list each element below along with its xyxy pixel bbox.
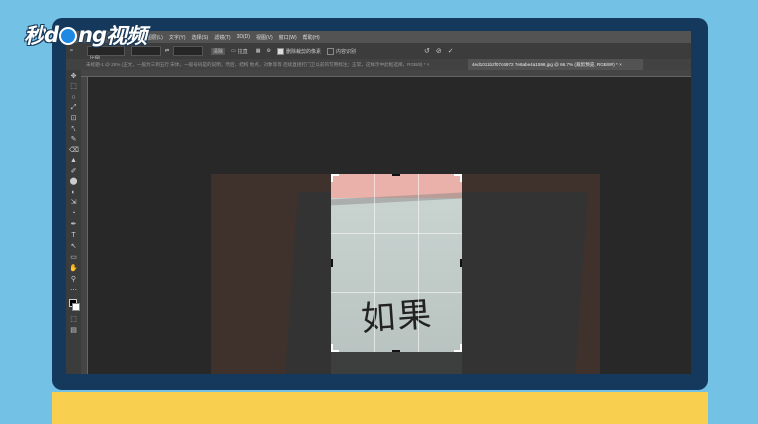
menu-layer[interactable]: 图层(L): [147, 34, 163, 41]
menu-filter[interactable]: 滤镜(T): [214, 34, 230, 41]
crop-handle[interactable]: [331, 259, 333, 267]
delete-pixels-checkbox[interactable]: [277, 47, 285, 55]
height-field[interactable]: [173, 46, 204, 56]
caption-bar: [52, 392, 708, 424]
menu-3d[interactable]: 3D(D): [237, 34, 250, 40]
crop-tool-icon-active[interactable]: ⊡: [69, 115, 78, 122]
pen-tool-icon[interactable]: ✒: [69, 221, 78, 228]
content-aware-label: 内容识别: [336, 48, 357, 55]
path-select-tool-icon[interactable]: ↖: [69, 243, 78, 250]
grid-line: [331, 292, 462, 293]
tab-untitled[interactable]: 未标题-1 @ 25% (正文，一般为三到五行 宋体，一般号码是的说明，然后，结…: [86, 59, 466, 70]
history-brush-icon[interactable]: ✐: [69, 168, 78, 175]
crop-handle[interactable]: [460, 259, 462, 267]
document-tabs: 未标题-1 @ 25% (正文，一般为三到五行 宋体，一般号码是的说明，然后，结…: [66, 59, 691, 70]
healing-tool-icon[interactable]: ✎: [69, 136, 78, 143]
vertical-ruler: [81, 77, 88, 374]
crop-tool-icon[interactable]: ⌗: [70, 48, 73, 54]
move-tool-icon[interactable]: ✥: [69, 73, 78, 80]
clear-button[interactable]: 清除: [211, 47, 226, 55]
straighten-label: 拉直: [237, 48, 248, 55]
type-tool-icon[interactable]: T: [69, 232, 78, 239]
shape-tool-icon[interactable]: ▭: [69, 254, 78, 261]
crop-handle[interactable]: [460, 344, 462, 352]
logo-circle-icon: [59, 27, 78, 45]
dodge-tool-icon[interactable]: ◔: [69, 210, 78, 217]
blur-tool-icon[interactable]: ⇲: [69, 199, 78, 206]
zoom-tool-icon[interactable]: ⚲: [69, 276, 78, 283]
crop-handle[interactable]: [392, 350, 400, 352]
screen-mode-icon[interactable]: ▤: [69, 327, 78, 334]
background-color-swatch[interactable]: [72, 303, 80, 311]
menu-select[interactable]: 选择(S): [192, 34, 209, 41]
grid-line: [374, 174, 375, 352]
grid-line: [331, 233, 462, 234]
menu-view[interactable]: 视图(V): [256, 34, 273, 41]
crop-handle[interactable]: [392, 174, 400, 176]
delete-pixels-label: 删除裁剪的像素: [286, 48, 322, 55]
marquee-tool-icon[interactable]: ⬚: [69, 83, 78, 90]
stamp-tool-icon[interactable]: ▲: [69, 157, 78, 164]
brush-tool-icon[interactable]: ⌫: [69, 147, 79, 154]
commit-icon[interactable]: ✓: [448, 47, 454, 55]
tab-active-image[interactable]: 4ed1011b2f07c6972 7e8abe4a1596.jpg @ 66.…: [468, 59, 643, 70]
handwriting-text: 如果: [359, 294, 435, 340]
crop-handle[interactable]: [331, 174, 333, 182]
reset-icon[interactable]: ↺: [424, 47, 430, 55]
eraser-tool-icon[interactable]: ⬤: [69, 178, 78, 185]
swap-icon[interactable]: ⇄: [165, 48, 169, 54]
tools-panel: ✥ ⬚ ○ ⤢ ⊡ ⤣ ✎ ⌫ ▲ ✐ ⬤ ◐ ⇲ ◔ ✒ T ↖ ▭ ✋ ⚲ …: [66, 70, 81, 374]
photoshop-window: 图像(I) 图层(L) 文字(Y) 选择(S) 滤镜(T) 3D(D) 视图(V…: [66, 31, 691, 374]
quick-mask-icon[interactable]: ⬚: [69, 316, 78, 323]
eyedropper-tool-icon[interactable]: ⤣: [69, 126, 78, 133]
menu-window[interactable]: 窗口(W): [279, 34, 297, 41]
grid-line: [418, 174, 419, 352]
menu-bar: 图像(I) 图层(L) 文字(Y) 选择(S) 滤镜(T) 3D(D) 视图(V…: [66, 31, 691, 43]
options-bar: ⌗ 比例 ⇄ 清除 ▭ 拉直 ▦ ⚙ 删除裁剪的像素 内容识别 ↺ ⊘ ✓: [66, 43, 691, 62]
cancel-icon[interactable]: ⊘: [436, 47, 442, 55]
gradient-tool-icon[interactable]: ◐: [69, 189, 78, 196]
straighten-icon[interactable]: ▭: [231, 48, 236, 54]
hand-tool-icon[interactable]: ✋: [69, 265, 78, 272]
more-tools-icon[interactable]: ⋯: [69, 287, 78, 294]
crop-handle[interactable]: [460, 174, 462, 182]
menu-type[interactable]: 文字(Y): [169, 34, 186, 41]
video-logo: 秒 d ng 视频: [24, 23, 147, 48]
settings-gear-icon[interactable]: ⚙: [267, 48, 271, 54]
canvas-area[interactable]: 如果: [88, 77, 691, 374]
overlay-grid-icon[interactable]: ▦: [256, 48, 261, 54]
quick-select-tool-icon[interactable]: ⤢: [69, 104, 78, 111]
menu-help[interactable]: 帮助(H): [303, 34, 320, 41]
crop-area[interactable]: 如果: [331, 174, 462, 352]
horizontal-ruler: [81, 70, 691, 77]
crop-handle[interactable]: [331, 344, 333, 352]
content-aware-checkbox[interactable]: [327, 47, 335, 55]
lasso-tool-icon[interactable]: ○: [69, 94, 78, 101]
